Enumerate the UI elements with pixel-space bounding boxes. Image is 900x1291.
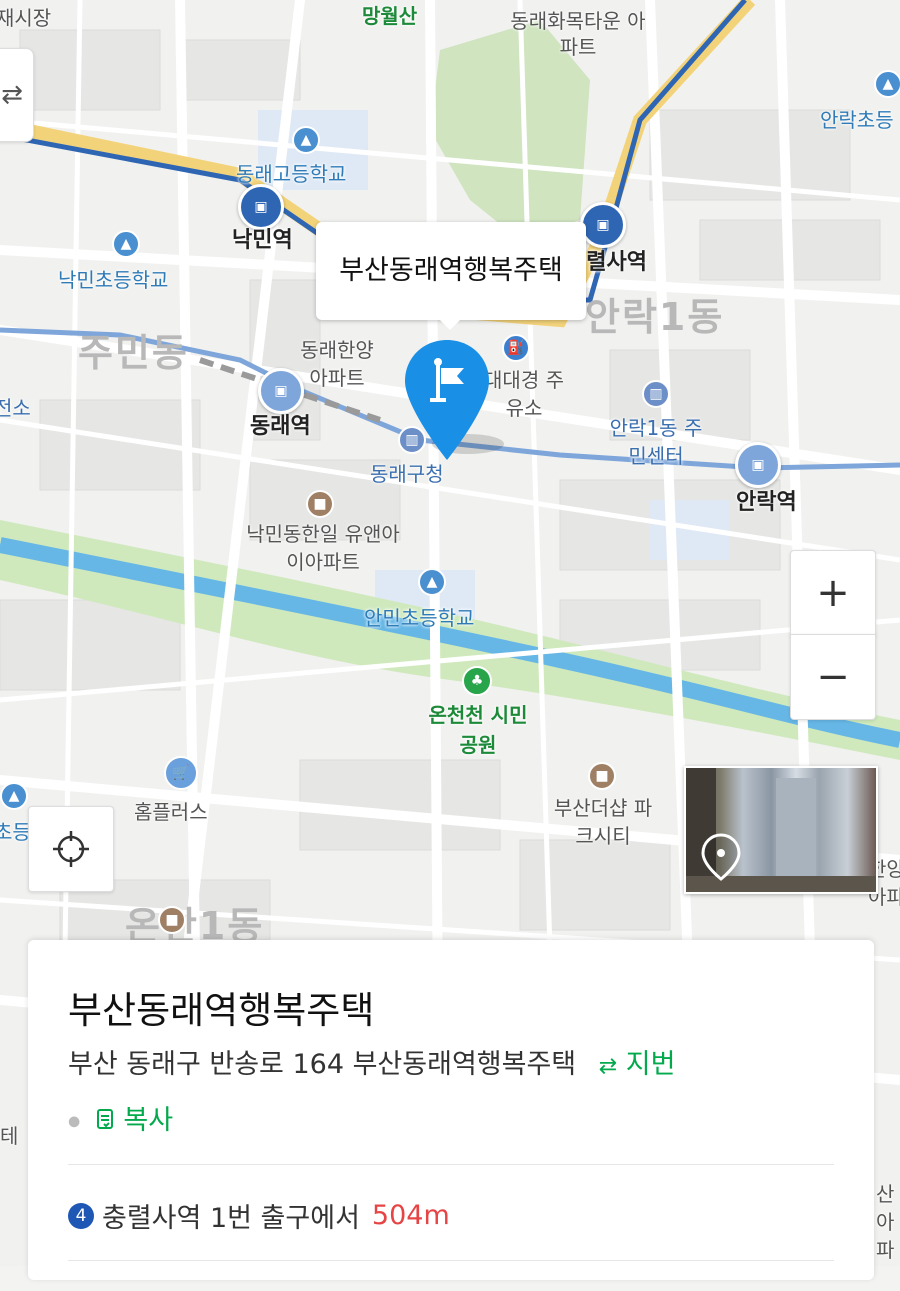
layer-toggle-button[interactable]: ⇄ xyxy=(0,48,34,142)
partial-label-bottom-right: 산 아파 xyxy=(876,1182,895,1262)
marker-callout-label: 부산동래역행복주택 xyxy=(339,255,563,286)
nearest-subway-row[interactable]: 4 충렬사역 1번 출구에서 504m xyxy=(68,1196,450,1235)
apartment-icon: ■ xyxy=(158,906,186,934)
school-label-anrak[interactable]: 안락초등 xyxy=(820,104,894,133)
dong-label-anrak1: 안락1동 xyxy=(585,295,725,339)
swap-icon: ⇄ xyxy=(1,80,23,110)
school-icon: ▲ xyxy=(292,126,320,154)
address-row: 부산 동래구 반송로 164 부산동래역행복주택 ⇄ 지번 xyxy=(68,1042,675,1081)
copy-label: 복사 xyxy=(123,1105,174,1136)
minus-icon: − xyxy=(816,654,850,700)
metro-station-icon[interactable]: ▣ xyxy=(580,202,626,248)
school-icon: ▲ xyxy=(112,230,140,258)
apartment-icon: ■ xyxy=(588,762,616,790)
park-icon: ♣ xyxy=(462,666,492,696)
plus-icon: + xyxy=(816,570,850,616)
my-location-button[interactable] xyxy=(28,806,114,892)
mart-label-homeplus[interactable]: 홈플러스 xyxy=(134,796,208,825)
partial-label-left2: 테 xyxy=(0,1124,19,1148)
subway-line-badge: 4 xyxy=(68,1202,94,1229)
community-center-label[interactable]: 안락1동 주민센터 xyxy=(606,414,706,470)
roadview-thumbnail[interactable] xyxy=(684,766,878,894)
school-label-anmin[interactable]: 안민초등학교 xyxy=(364,602,474,631)
station-label-donglae[interactable]: 동래역 xyxy=(250,408,311,440)
copy-icon xyxy=(96,1109,113,1129)
government-icon: ▥ xyxy=(642,380,670,408)
school-label-donglae-high[interactable]: 동래고등학교 xyxy=(236,158,346,187)
separator-dot: ● xyxy=(68,1113,81,1130)
school-label-nakmin[interactable]: 낙민초등학교 xyxy=(58,264,168,293)
apartment-icon: ■ xyxy=(306,490,334,518)
jibun-toggle[interactable]: ⇄ 지번 xyxy=(599,1049,676,1080)
dong-label-jumin: 주민동 xyxy=(78,331,189,375)
panel-tab-row xyxy=(68,1260,834,1291)
metro-station-icon[interactable]: ▣ xyxy=(735,442,781,488)
pin-icon xyxy=(701,833,741,881)
apartment-label-theshap[interactable]: 부산더샵 파크시티 xyxy=(548,794,658,850)
shopping-icon: 🛒 xyxy=(164,756,198,790)
mountain-label: 망월산 xyxy=(362,4,418,28)
station-label-anrak[interactable]: 안락역 xyxy=(736,484,797,516)
school-icon: ▲ xyxy=(0,782,28,810)
school-icon: ▲ xyxy=(874,70,900,98)
apartment-label-hanyang[interactable]: 동래한양 아파트 xyxy=(292,336,382,392)
zoom-in-button[interactable]: + xyxy=(790,550,876,636)
market-label: 재시장 xyxy=(0,6,52,30)
jibun-label: 지번 xyxy=(625,1049,676,1080)
apartment-label-hwamok: 동래화목타운 아파트 xyxy=(510,9,646,59)
copy-row: ● 복사 xyxy=(68,1098,173,1137)
school-icon: ▲ xyxy=(418,568,446,596)
marker-callout[interactable]: 부산동래역행복주택 xyxy=(316,222,586,330)
copy-address-button[interactable]: 복사 xyxy=(95,1105,173,1136)
park-label-oncheoncheon[interactable]: 온천천 시민공원 xyxy=(428,700,528,760)
divider xyxy=(68,1164,834,1165)
zoom-out-button[interactable]: − xyxy=(790,634,876,720)
location-pin[interactable] xyxy=(400,336,510,466)
address-text: 부산 동래구 반송로 164 부산동래역행복주택 xyxy=(68,1049,577,1080)
apartment-label-hanil[interactable]: 낙민동한일 유앤아이아파트 xyxy=(238,520,408,576)
subway-distance: 504m xyxy=(371,1200,450,1231)
place-info-panel: 부산동래역행복주택 부산 동래구 반송로 164 부산동래역행복주택 ⇄ 지번 … xyxy=(28,940,874,1280)
station-label-nakmin[interactable]: 낙민역 xyxy=(232,222,293,254)
place-title[interactable]: 부산동래역행복주택 xyxy=(68,980,374,1034)
subway-exit-text: 충렬사역 1번 출구에서 xyxy=(102,1203,360,1234)
crosshair-icon xyxy=(53,831,89,867)
swap-icon: ⇄ xyxy=(598,1054,618,1079)
partial-label-left: 전소 xyxy=(0,396,31,420)
